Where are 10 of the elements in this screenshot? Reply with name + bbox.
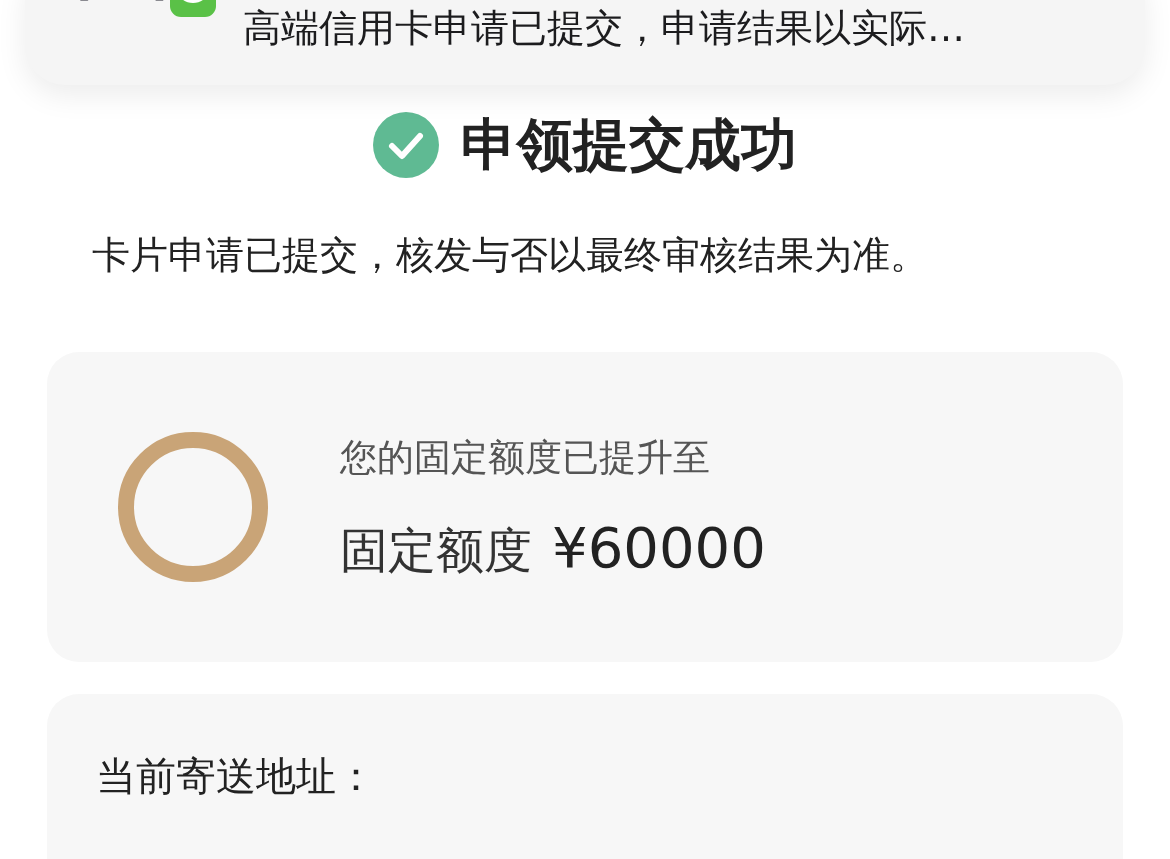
check-icon (373, 112, 439, 178)
notification-message: 高端信用卡申请已提交，申请结果以实际… (243, 9, 965, 47)
notice-text: 卡片申请已提交，核发与否以最终审核结果为准。 (92, 236, 929, 274)
address-label: 当前寄送地址： (96, 753, 376, 799)
limit-amount: ¥60000 (552, 519, 766, 576)
notification-banner[interactable]: 高端信用卡申请已提交，申请结果以实际… (25, 0, 1145, 85)
limit-label: 您的固定额度已提升至 (340, 438, 711, 476)
page-title: 申领提交成功 (461, 117, 797, 173)
limit-amount-label: 固定额度 (340, 525, 532, 574)
ring-icon (118, 432, 268, 582)
